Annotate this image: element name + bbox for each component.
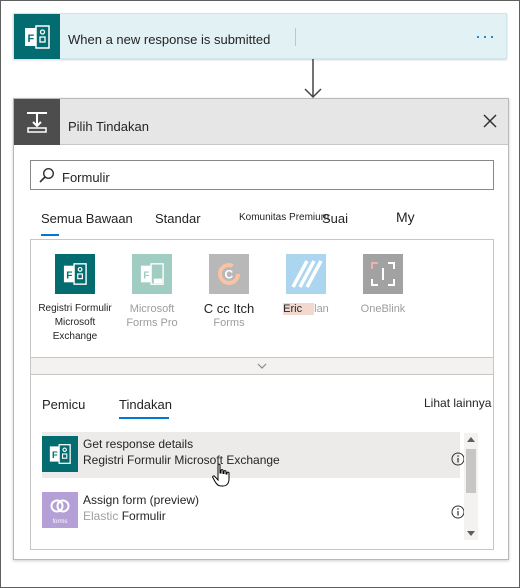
connector-label: OneBlink xyxy=(360,303,406,315)
actions-scrollbar[interactable] xyxy=(464,433,478,540)
active-subtab-indicator xyxy=(119,417,169,419)
scroll-thumb[interactable] xyxy=(466,449,476,493)
flow-designer-canvas: F When a new response is submitted ··· P… xyxy=(0,0,520,588)
action-title: Assign form (preview) xyxy=(83,493,200,507)
tab-custom[interactable]: Suai xyxy=(322,211,348,226)
tab-all[interactable]: Semua Bawaan xyxy=(41,211,133,226)
choose-action-card: Pilih Tindakan Formulir Semua Bawaan Sta… xyxy=(13,98,509,560)
scroll-up-icon[interactable] xyxy=(467,437,475,442)
microsoft-forms-icon: F xyxy=(14,14,60,59)
action-connector-prefix: Elastic xyxy=(83,509,119,523)
connector-label: lan xyxy=(314,303,329,315)
striped-icon xyxy=(286,254,326,294)
info-icon[interactable] xyxy=(451,452,465,466)
forms-icon-text: forms xyxy=(53,519,68,525)
action-row-get-response-details[interactable]: F Get response details Registri Formulir… xyxy=(42,432,460,478)
connector-striped[interactable]: Eric lan xyxy=(263,254,349,316)
connector-label: Forms xyxy=(213,317,245,329)
search-icon xyxy=(39,167,55,183)
action-card-title: Pilih Tindakan xyxy=(68,119,149,134)
svg-text:F: F xyxy=(52,450,58,460)
action-connector-name: Elastic Formulir xyxy=(83,509,166,523)
see-more-link[interactable]: Lihat lainnya xyxy=(424,396,491,410)
microsoft-forms-pro-icon: F xyxy=(132,254,172,294)
subtab-triggers[interactable]: Pemicu xyxy=(42,397,85,412)
tab-premium-community[interactable]: Komunitas Premium xyxy=(239,212,329,223)
svg-text:F: F xyxy=(143,271,149,282)
connector-label: C cc Itch xyxy=(203,301,255,316)
trigger-card[interactable]: F When a new response is submitted ··· xyxy=(13,13,507,59)
choose-operation-icon xyxy=(14,99,60,145)
action-card-header[interactable]: Pilih Tindakan xyxy=(14,99,508,145)
connector-label: Forms Pro xyxy=(126,317,178,329)
connector-forms[interactable]: F Registri Formulir Microsoft Exchange xyxy=(32,254,118,344)
oneblink-icon xyxy=(363,254,403,294)
active-tab-indicator xyxy=(41,234,59,236)
svg-text:F: F xyxy=(66,271,72,282)
action-row-assign-form[interactable]: forms Assign form (preview) Elastic Form… xyxy=(42,488,460,534)
connector-label: Eric xyxy=(283,303,315,315)
microsoft-forms-icon: F xyxy=(42,436,78,472)
trigger-title: When a new response is submitted xyxy=(68,32,271,47)
info-icon[interactable] xyxy=(451,505,465,519)
title-divider xyxy=(295,28,296,46)
connector-label: Registri Formulir xyxy=(38,303,112,314)
action-connector-suffix: Formulir xyxy=(121,509,166,523)
tab-my[interactable]: My xyxy=(396,209,415,225)
action-connector-name: Registri Formulir Microsoft Exchange xyxy=(83,453,280,467)
connector-forms-pro[interactable]: F Microsoft Forms Pro xyxy=(109,254,195,330)
connector-cognito-forms[interactable]: C C cc Itch Forms xyxy=(186,254,272,330)
microsoft-forms-icon: F xyxy=(55,254,95,294)
connector-oneblink[interactable]: OneBlink xyxy=(340,254,426,316)
tab-standard[interactable]: Standar xyxy=(155,211,201,226)
svg-text:C: C xyxy=(225,268,234,282)
svg-text:F: F xyxy=(28,33,35,45)
close-icon[interactable] xyxy=(482,113,498,129)
connector-label: Microsoft Exchange xyxy=(52,317,98,342)
cognito-forms-icon: C xyxy=(209,254,249,294)
search-input[interactable]: Formulir xyxy=(30,160,494,190)
hand-cursor-icon xyxy=(212,463,230,487)
more-options-button[interactable]: ··· xyxy=(475,27,496,45)
chevron-down-icon xyxy=(257,363,267,369)
connector-label: Microsoft xyxy=(129,303,175,315)
search-value: Formulir xyxy=(62,170,110,185)
forms-icon: forms xyxy=(42,492,78,528)
flow-arrow-icon xyxy=(304,59,322,99)
action-title: Get response details xyxy=(83,437,194,451)
scroll-down-icon[interactable] xyxy=(467,531,475,536)
expand-connectors-button[interactable] xyxy=(30,357,494,375)
subtab-actions[interactable]: Tindakan xyxy=(119,397,172,412)
connector-panel: F Registri Formulir Microsoft Exchange F xyxy=(30,239,494,374)
